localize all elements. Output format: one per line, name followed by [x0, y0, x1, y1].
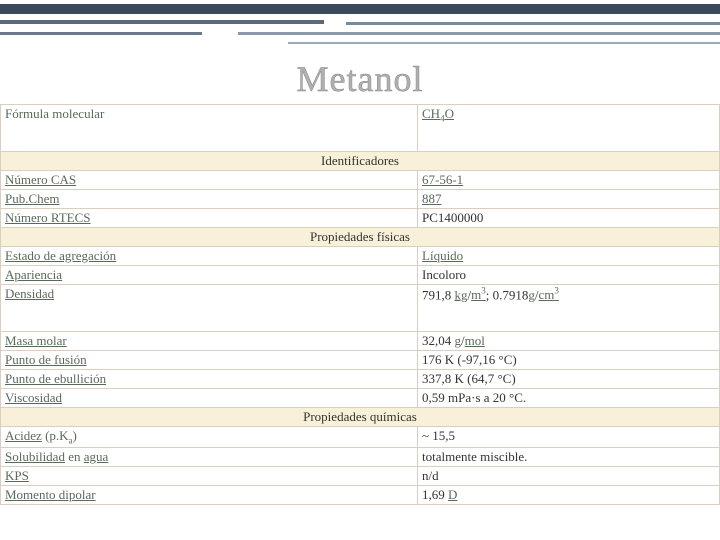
table-row: Estado de agregación Líquido — [1, 247, 720, 266]
prop-value: CH4O — [418, 105, 720, 152]
prop-value: ~ 15,5 — [418, 427, 720, 448]
prop-value: 337,8 K (64,7 °C) — [418, 370, 720, 389]
section-header-row: Identificadores — [1, 152, 720, 171]
label-link[interactable]: Pub.Chem — [5, 191, 60, 206]
prop-value: 1,69 D — [418, 485, 720, 504]
table-row: Densidad 791,8 kg/m3; 0.7918g/cm3 — [1, 285, 720, 332]
label-link[interactable]: Estado de agregación — [5, 248, 116, 263]
table-row: Número RTECS PC1400000 — [1, 209, 720, 228]
prop-value: n/d — [418, 466, 720, 485]
section-header-row: Propiedades químicas — [1, 408, 720, 427]
prop-value: 67-56-1 — [418, 171, 720, 190]
table-row: Punto de fusión 176 K (-97,16 °C) — [1, 351, 720, 370]
prop-label: Pub.Chem — [1, 190, 418, 209]
table-row: Acidez (p.Ka) ~ 15,5 — [1, 427, 720, 448]
prop-label: Punto de ebullición — [1, 370, 418, 389]
page-title: Metanol — [0, 58, 720, 100]
prop-label: Estado de agregación — [1, 247, 418, 266]
table-row: Masa molar 32,04 g/mol — [1, 332, 720, 351]
section-header: Identificadores — [1, 152, 720, 171]
prop-label: Acidez (p.Ka) — [1, 427, 418, 448]
prop-value: PC1400000 — [418, 209, 720, 228]
label-link[interactable]: Punto de fusión — [5, 352, 87, 367]
label-link[interactable]: KPS — [5, 468, 29, 483]
prop-value: 32,04 g/mol — [418, 332, 720, 351]
value-link[interactable]: Líquido — [422, 248, 463, 263]
value-link[interactable]: 67-56-1 — [422, 172, 463, 187]
prop-value: 0,59 mPa·s a 20 °C. — [418, 389, 720, 408]
section-header-row: Propiedades físicas — [1, 228, 720, 247]
table-row: Momento dipolar 1,69 D — [1, 485, 720, 504]
prop-label: Fórmula molecular — [1, 105, 418, 152]
section-header: Propiedades físicas — [1, 228, 720, 247]
prop-value: 791,8 kg/m3; 0.7918g/cm3 — [418, 285, 720, 332]
properties-table: Fórmula molecular CH4O Identificadores N… — [0, 104, 720, 505]
prop-label: Apariencia — [1, 266, 418, 285]
prop-label: KPS — [1, 466, 418, 485]
prop-value: Incoloro — [418, 266, 720, 285]
table-row: Apariencia Incoloro — [1, 266, 720, 285]
prop-value: 176 K (-97,16 °C) — [418, 351, 720, 370]
table-row: Solubilidad en agua totalmente miscible. — [1, 447, 720, 466]
label-link[interactable]: Densidad — [5, 286, 54, 301]
table-row: Punto de ebullición 337,8 K (64,7 °C) — [1, 370, 720, 389]
table-row: Pub.Chem 887 — [1, 190, 720, 209]
prop-label: Punto de fusión — [1, 351, 418, 370]
table-row: Viscosidad 0,59 mPa·s a 20 °C. — [1, 389, 720, 408]
label-link[interactable]: Punto de ebullición — [5, 371, 106, 386]
label-link[interactable]: Número CAS — [5, 172, 76, 187]
prop-value: Líquido — [418, 247, 720, 266]
prop-value: totalmente miscible. — [418, 447, 720, 466]
label-link[interactable]: Número RTECS — [5, 210, 91, 225]
decorative-header — [0, 0, 720, 50]
table-row: Fórmula molecular CH4O — [1, 105, 720, 152]
label-link[interactable]: Masa molar — [5, 333, 67, 348]
label-link[interactable]: Apariencia — [5, 267, 62, 282]
prop-label: Densidad — [1, 285, 418, 332]
table-row: KPS n/d — [1, 466, 720, 485]
prop-label: Masa molar — [1, 332, 418, 351]
prop-label: Número RTECS — [1, 209, 418, 228]
prop-value: 887 — [418, 190, 720, 209]
section-header: Propiedades químicas — [1, 408, 720, 427]
value-link[interactable]: CH4O — [422, 106, 454, 121]
value-link[interactable]: 887 — [422, 191, 442, 206]
label-link[interactable]: Viscosidad — [5, 390, 62, 405]
prop-label: Solubilidad en agua — [1, 447, 418, 466]
prop-label: Número CAS — [1, 171, 418, 190]
table-row: Número CAS 67-56-1 — [1, 171, 720, 190]
prop-label: Momento dipolar — [1, 485, 418, 504]
label-link[interactable]: Momento dipolar — [5, 487, 96, 502]
prop-label: Viscosidad — [1, 389, 418, 408]
